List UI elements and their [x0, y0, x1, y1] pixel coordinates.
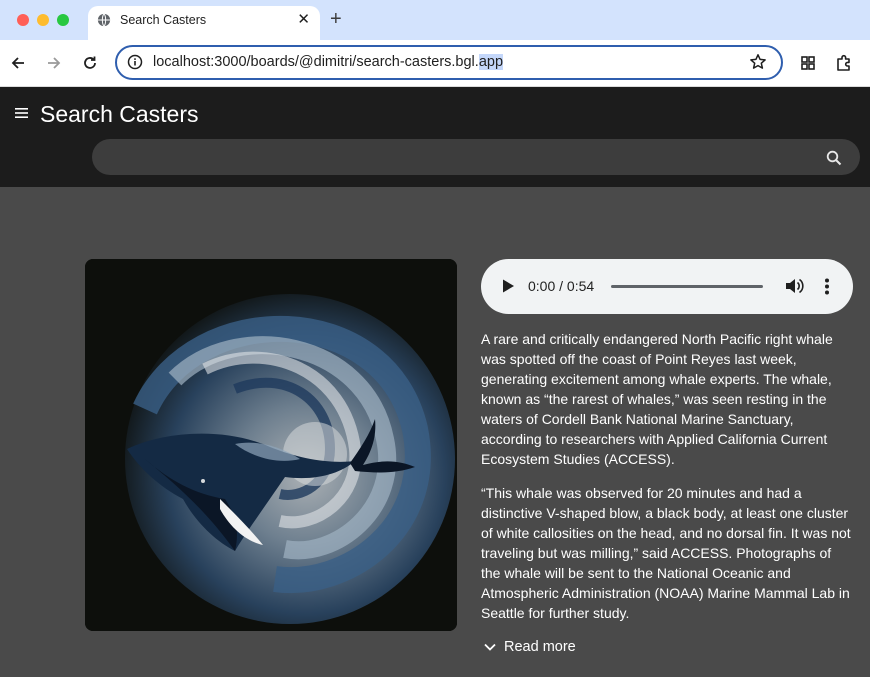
volume-icon[interactable] — [785, 277, 804, 295]
extensions-icon[interactable] — [834, 53, 854, 73]
read-more-button[interactable]: Read more — [484, 637, 576, 657]
browser-tab[interactable]: Search Casters ✕ — [88, 6, 320, 40]
close-icon[interactable]: ✕ — [297, 11, 310, 29]
read-more-label: Read more — [504, 639, 576, 655]
forward-icon[interactable] — [43, 52, 65, 74]
plus-icon[interactable]: + — [330, 8, 342, 30]
globe-icon — [97, 13, 111, 27]
article-paragraph-1: A rare and critically endangered North P… — [481, 331, 833, 467]
more-vert-icon[interactable] — [824, 278, 830, 295]
tab-title: Search Casters — [120, 13, 207, 27]
apps-icon[interactable] — [798, 53, 818, 73]
url-selected-part: app — [478, 54, 504, 70]
star-icon[interactable] — [749, 53, 767, 71]
whale-illustration — [85, 259, 457, 631]
page-title: Search Casters — [40, 101, 199, 127]
browser-tab-strip: Search Casters ✕ + — [0, 0, 870, 40]
window-close-button[interactable] — [17, 14, 29, 26]
chevron-down-icon — [484, 643, 496, 651]
menu-icon[interactable] — [14, 106, 30, 120]
app-header: Search Casters — [0, 87, 870, 187]
play-icon[interactable] — [501, 278, 515, 294]
window-zoom-button[interactable] — [57, 14, 69, 26]
url-main: localhost:3000/boards/@dimitri/search-ca… — [153, 54, 479, 70]
article-paragraph-2: “This whale was observed for 20 minutes … — [481, 485, 851, 621]
window-minimize-button[interactable] — [37, 14, 49, 26]
playback-progress-slider[interactable] — [611, 285, 763, 288]
search-icon[interactable] — [826, 150, 842, 166]
search-input[interactable] — [92, 139, 860, 175]
info-icon[interactable] — [127, 54, 143, 70]
browser-toolbar: localhost:3000/boards/@dimitri/search-ca… — [0, 40, 870, 87]
reload-icon[interactable] — [79, 52, 101, 74]
cover-image — [85, 259, 457, 631]
url-text: localhost:3000/boards/@dimitri/search-ca… — [153, 54, 504, 70]
playback-time: 0:00 / 0:54 — [528, 278, 595, 294]
address-bar[interactable]: localhost:3000/boards/@dimitri/search-ca… — [115, 45, 783, 80]
back-icon[interactable] — [7, 52, 29, 74]
audio-player: 0:00 / 0:54 — [481, 259, 853, 314]
